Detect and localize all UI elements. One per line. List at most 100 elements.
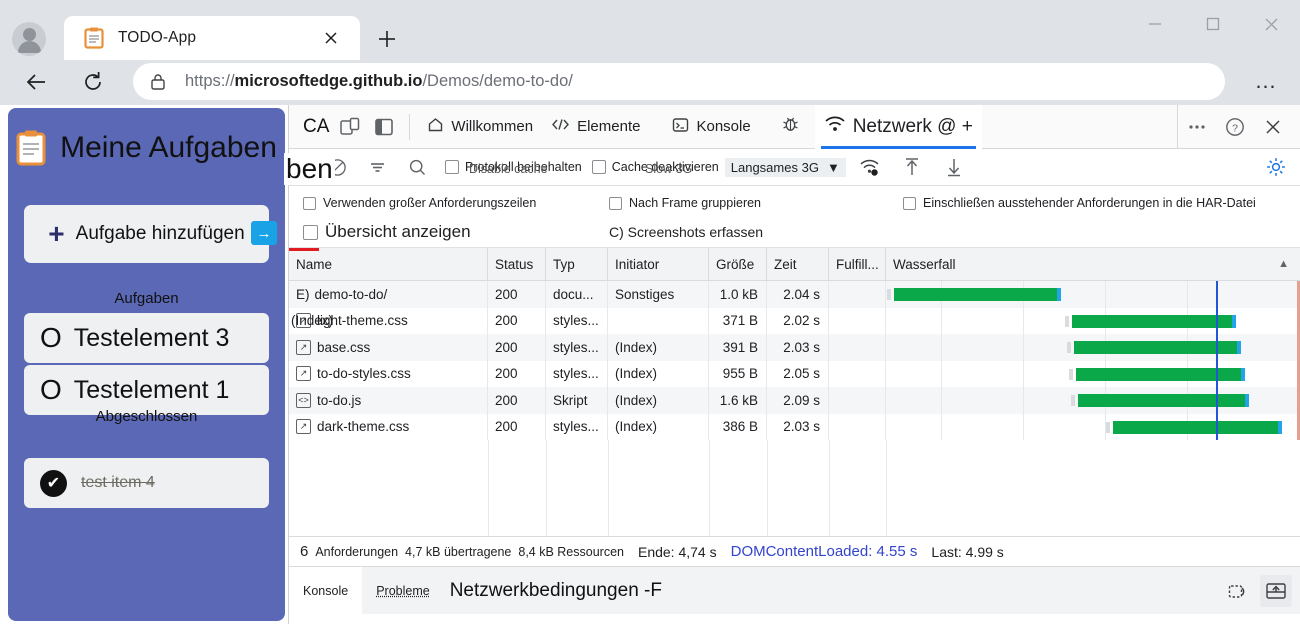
checkbox[interactable] (303, 196, 316, 210)
chevron-down-icon: ▼ (826, 159, 840, 175)
device-toolbar-icon[interactable] (333, 110, 367, 144)
tab-willkommen[interactable]: Willkommen (418, 105, 542, 149)
tab-strip: TODO-App (0, 0, 1300, 62)
preserve-log-checkbox[interactable]: Protokoll beibehalten (441, 160, 586, 174)
table-row[interactable]: ↗ base.css 200 styles... (Index) 391 B 2… (289, 334, 1300, 361)
help-icon[interactable]: ? (1216, 110, 1254, 144)
big-request-rows-checkbox[interactable]: Verwenden großer Anforderungszeilen (303, 196, 536, 210)
restore-drawer-icon[interactable] (1222, 575, 1254, 607)
cell-size: 386 B (709, 413, 767, 440)
back-icon[interactable] (22, 67, 52, 97)
check-icon[interactable]: ✔ (40, 469, 67, 497)
cell-size: 955 B (709, 360, 767, 387)
show-overview-checkbox[interactable]: Übersicht anzeigen (303, 222, 471, 242)
incomplete-icon[interactable]: O (40, 376, 62, 404)
include-har-checkbox[interactable]: Einschließen ausstehender Anforderungen … (903, 196, 1256, 210)
search-icon[interactable] (403, 153, 431, 181)
maximize-icon[interactable] (1184, 0, 1242, 48)
network-conditions-icon[interactable] (856, 153, 884, 181)
tab-debugger[interactable] (772, 105, 809, 149)
clear-icon[interactable] (323, 153, 351, 181)
capture-screenshots-checkbox[interactable]: C) Screenshots erfassen (609, 224, 763, 240)
request-name: to-do.js (317, 392, 362, 408)
column-header-status[interactable]: Status (488, 248, 546, 281)
column-header-name[interactable]: Name (289, 248, 488, 281)
todo-header: Meine Aufgaben (8, 108, 285, 166)
lock-icon (149, 72, 167, 92)
web-page-area: Meine Aufgaben + Aufgabe hinzufügen → Au… (0, 105, 288, 624)
browser-tab[interactable]: TODO-App (64, 16, 360, 60)
minimize-icon[interactable] (1126, 0, 1184, 48)
column-header-wasserfall[interactable]: Wasserfall (886, 248, 1300, 281)
cell-size: 1.6 kB (709, 387, 767, 414)
table-row[interactable]: E) demo-to-do/ 200 docu... Sonstiges 1.0… (289, 281, 1300, 308)
cell-time: 2.02 s (767, 307, 829, 334)
cell-initiator: Sonstiges (608, 281, 709, 308)
inspect-label[interactable]: CA (297, 116, 333, 138)
close-icon[interactable] (322, 29, 340, 47)
import-har-icon[interactable] (898, 153, 926, 181)
record-button[interactable] (293, 153, 321, 181)
table-row[interactable]: ↗ to-do-styles.css 200 styles... (Index)… (289, 360, 1300, 387)
devtools-right-actions: ? (1177, 105, 1300, 149)
tab-elemente[interactable]: Elemente (542, 105, 649, 149)
table-header-row: Name Status Typ Initiator Größe Zeit Ful… (289, 248, 1300, 281)
group-by-frame-checkbox[interactable]: Nach Frame gruppieren (609, 196, 761, 210)
gear-icon[interactable] (1262, 153, 1290, 181)
more-tools-icon[interactable] (1178, 110, 1216, 144)
domcontentloaded-label: DOMContentLoaded: 4.55 s (730, 543, 918, 560)
task-label: Testelement 3 (73, 323, 230, 352)
column-header-typ[interactable]: Typ (546, 248, 608, 281)
window-close-icon[interactable] (1242, 0, 1300, 48)
plus-icon: + (48, 218, 65, 249)
export-har-icon[interactable] (940, 153, 968, 181)
upload-panel-icon[interactable] (1260, 575, 1292, 607)
drawer-tab-probleme[interactable]: Probleme (362, 567, 444, 615)
panel-layout-icon[interactable] (367, 110, 401, 144)
profile-avatar[interactable] (12, 22, 46, 56)
sort-caret-icon[interactable]: ▲ (1278, 258, 1289, 270)
drawer-right-actions (1222, 567, 1292, 615)
cell-fulfilled (829, 307, 886, 334)
wifi-icon (824, 115, 846, 139)
cell-time: 2.03 s (767, 334, 829, 361)
filter-icon[interactable] (363, 153, 391, 181)
script-icon: <> (296, 392, 311, 408)
cell-type: styles... (546, 334, 608, 361)
list-item[interactable]: ✔ test item 4 (24, 458, 269, 508)
checkbox[interactable] (591, 160, 606, 174)
add-task-button[interactable]: + Aufgabe hinzufügen → (24, 205, 277, 263)
cell-status: 200 (488, 360, 546, 387)
transferred-label: 4,7 kB übertragene (405, 544, 512, 559)
checkbox[interactable] (303, 224, 318, 240)
cell-status: 200 (488, 334, 546, 361)
cell-type: docu... (546, 281, 608, 308)
cell-fulfilled (829, 281, 886, 308)
column-header-initiator[interactable]: Initiator (608, 248, 709, 281)
disable-cache-checkbox[interactable]: Cache deaktivieren (588, 160, 723, 174)
table-row[interactable]: <> to-do.js 200 Skript (Index) 1.6 kB 2.… (289, 387, 1300, 414)
clipboard-icon (84, 27, 104, 49)
tab-konsole[interactable]: Konsole (663, 105, 759, 149)
drawer-tab-konsole[interactable]: Konsole (289, 566, 363, 615)
waterfall-bar (887, 288, 1061, 301)
checkbox[interactable] (445, 160, 459, 174)
list-item[interactable]: O Testelement 3 (24, 313, 269, 363)
incomplete-icon[interactable]: O (40, 324, 62, 352)
tab-netzwerk[interactable]: Netzwerk @ + (814, 104, 982, 149)
checkbox[interactable] (609, 196, 622, 210)
close-devtools-icon[interactable] (1254, 110, 1292, 144)
table-row[interactable]: ↗ dark-theme.css 200 styles... (Index) 3… (289, 413, 1300, 440)
throttle-dropdown[interactable]: Langsames 3G ▼ (724, 157, 846, 177)
checkbox[interactable] (903, 196, 916, 210)
reload-icon[interactable] (78, 67, 108, 97)
table-row[interactable]: ↗ light-theme.css (Index) 200 styles... … (289, 307, 1300, 334)
address-bar[interactable]: https://microsoftedge.github.io/Demos/de… (133, 63, 1225, 100)
column-header-groesse[interactable]: Größe (709, 248, 767, 281)
devtools-left-tools: CA (289, 110, 401, 144)
browser-more-icon[interactable]: … (1255, 70, 1279, 92)
column-header-zeit[interactable]: Zeit (767, 248, 829, 281)
home-icon (427, 116, 444, 137)
new-tab-button[interactable] (372, 24, 402, 54)
column-header-fulfilled[interactable]: Fulfill... (829, 248, 886, 281)
